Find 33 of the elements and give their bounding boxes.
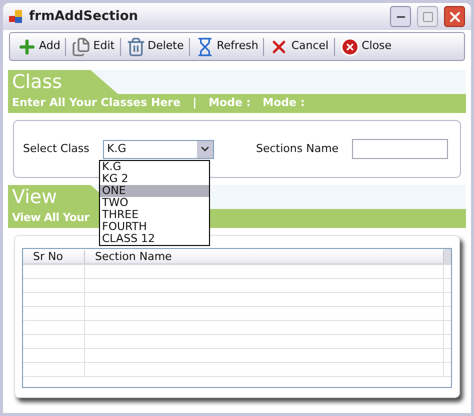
dropdown-option[interactable]: CLASS 12: [100, 233, 209, 245]
dropdown-option[interactable]: ONE: [100, 185, 209, 197]
toolbar-button[interactable]: Delete: [124, 36, 185, 56]
plus-icon: [17, 36, 37, 56]
toolbar-button[interactable]: Cancel: [268, 36, 330, 56]
close-button[interactable]: [444, 6, 465, 27]
section-subtitle: View All Your: [12, 210, 90, 226]
app-icon: [9, 10, 23, 24]
dropdown-option[interactable]: K.G: [100, 161, 209, 173]
class-select[interactable]: K.G: [103, 140, 214, 158]
toolbar-button[interactable]: Refresh: [194, 36, 260, 56]
column-header[interactable]: Sr No: [23, 250, 85, 263]
window-title: frmAddSection: [29, 8, 138, 26]
dropdown-option[interactable]: THREE: [100, 209, 209, 221]
close-icon: [340, 36, 360, 56]
section-heading: Class: [8, 70, 118, 94]
toolbar-button[interactable]: Edit: [70, 36, 116, 56]
sections-name-field[interactable]: [352, 139, 448, 159]
toolbar-button[interactable]: Add: [16, 36, 62, 56]
maximize-icon: [422, 10, 434, 22]
section-subtitle: Enter All Your Classes Here: [12, 95, 181, 112]
field-label: Select Class: [23, 140, 90, 157]
minimize-button[interactable]: [390, 6, 411, 27]
mode-label: Mode :: [208, 95, 251, 112]
mode-label: Mode :: [262, 95, 305, 112]
maximize-button[interactable]: [417, 6, 438, 27]
dropdown-option[interactable]: FOURTH: [100, 221, 209, 233]
toolbar-button[interactable]: Close: [338, 36, 393, 56]
field-label: Sections Name: [256, 140, 340, 157]
dropdown-option[interactable]: KG 2: [100, 173, 209, 185]
trash-icon: [126, 36, 146, 56]
separator-text: |: [192, 95, 197, 112]
documents-icon: [71, 36, 92, 56]
